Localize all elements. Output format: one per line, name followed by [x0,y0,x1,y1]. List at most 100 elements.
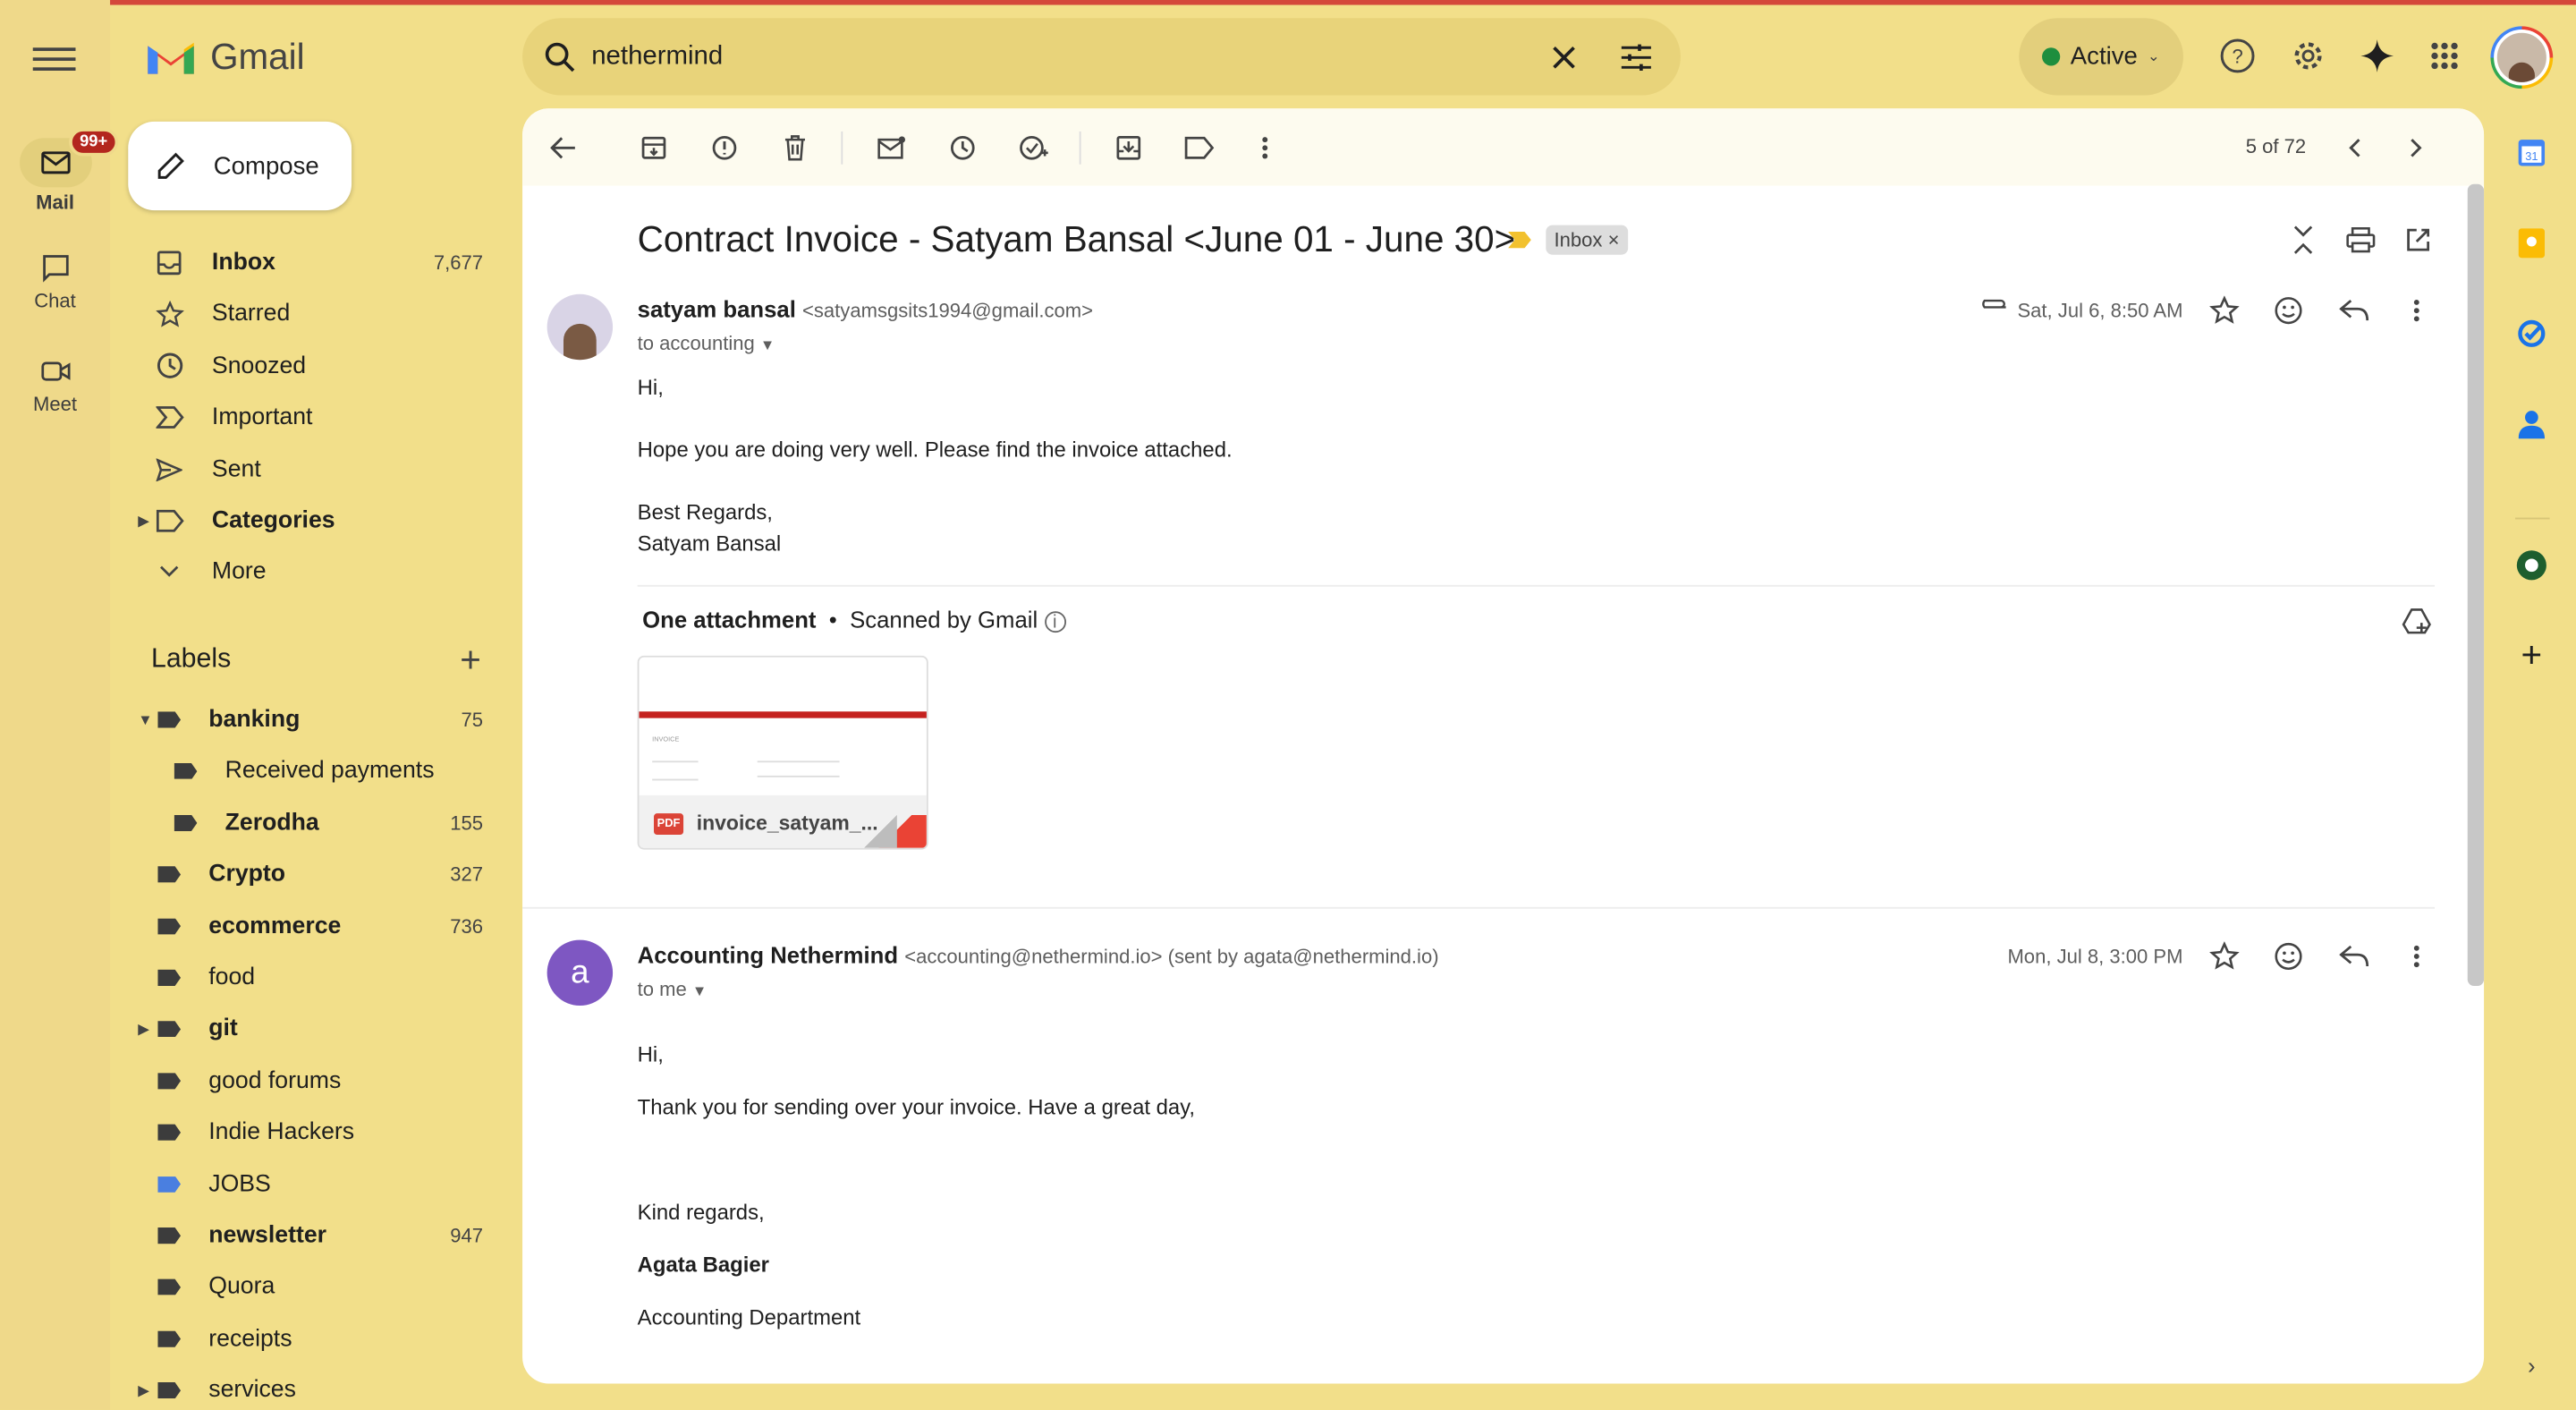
nav-item-more[interactable]: More [135,548,506,597]
label-item-banking[interactable]: ▼ banking 75 [135,695,506,744]
settings-gear-icon[interactable] [2289,36,2328,75]
keep-notes-icon[interactable] [2513,225,2549,261]
newer-chevron-icon[interactable] [2338,132,2371,165]
account-avatar[interactable] [2490,26,2554,89]
recipients-toggle[interactable]: to accounting ▼ [638,332,775,355]
nav-item-inbox[interactable]: Inbox 7,677 [135,238,506,287]
back-arrow-icon[interactable] [547,132,580,165]
rail-meet[interactable]: Meet [0,347,110,416]
help-icon[interactable]: ? [2218,36,2258,75]
info-icon[interactable]: i [1044,611,1066,633]
search-input[interactable]: nethermind [591,42,723,72]
chevron-down-icon: ⌄ [2147,47,2160,64]
rail-meet-label: Meet [33,392,78,416]
label-item-indie-hackers[interactable]: Indie Hackers [135,1108,506,1157]
label-count: 155 [450,811,483,835]
nav-item-label: Starred [211,301,291,328]
open-new-window-icon[interactable] [2402,224,2435,257]
message-sender[interactable]: satyam bansal <satyamsgsits1994@gmail.co… [638,296,1093,322]
delete-trash-icon[interactable] [779,132,812,165]
label-tag-icon [155,705,184,735]
star-icon[interactable] [2208,294,2241,327]
nav-item-starred[interactable]: Starred [135,290,506,339]
calendar-icon[interactable]: 31 [2513,135,2549,171]
message-more-icon[interactable] [2400,940,2433,973]
compose-button[interactable]: Compose [128,121,352,211]
mark-unread-icon[interactable] [876,132,909,165]
nav-item-count: 7,677 [433,251,483,275]
reply-icon[interactable] [2338,940,2371,973]
clear-search-icon[interactable] [1551,44,1577,70]
get-addons-plus-icon[interactable]: + [2513,634,2549,675]
label-count: 75 [461,708,483,732]
status-selector[interactable]: Active ⌄ [2019,18,2183,96]
search-bar[interactable]: nethermind [522,18,1681,96]
addon-app-icon[interactable] [2513,548,2549,583]
rail-chat[interactable]: Chat [0,243,110,312]
message-sender[interactable]: Accounting Nethermind <accounting@nether… [638,941,1439,967]
main-menu-icon[interactable] [32,41,76,74]
expand-caret-icon[interactable]: ▶ [138,1381,149,1399]
label-item-quora[interactable]: Quora [135,1262,506,1312]
expand-side-panel-icon[interactable]: › [2513,1347,2549,1383]
save-to-drive-icon[interactable] [2400,605,2433,638]
importance-marker-icon[interactable] [1508,231,1531,249]
emoji-react-icon[interactable] [2272,940,2305,973]
label-item-zerodha[interactable]: Zerodha 155 [135,798,506,847]
emoji-react-icon[interactable] [2272,294,2305,327]
label-item-food[interactable]: food [135,953,506,1002]
label-item-ecommerce[interactable]: ecommerce 736 [135,902,506,951]
nav-item-label: Inbox [211,250,275,276]
report-spam-icon[interactable] [708,132,741,165]
contacts-icon[interactable] [2513,406,2549,442]
label-item-newsletter[interactable]: newsletter 947 [135,1211,506,1261]
add-task-icon[interactable] [1017,132,1050,165]
label-item-jobs[interactable]: JOBS [135,1159,506,1209]
print-icon[interactable] [2344,224,2377,257]
label-item-received-payments[interactable]: Received payments [135,747,506,796]
inbox-label-chip[interactable]: Inbox × [1546,225,1628,255]
message-date: Mon, Jul 8, 3:00 PM [2007,945,2183,968]
recipients-toggle[interactable]: to me ▼ [638,978,708,1001]
nav-item-important[interactable]: Important [135,393,506,442]
label-item-git[interactable]: ▶ git [135,1005,506,1054]
older-chevron-icon[interactable] [2400,132,2433,165]
apps-grid-icon[interactable] [2425,36,2464,75]
snooze-clock-icon[interactable] [946,132,979,165]
star-icon[interactable] [2208,940,2241,973]
attachment-card[interactable]: INVOICE PDF invoice_satyam_... [637,655,928,850]
sender-avatar-letter[interactable]: a [547,939,614,1007]
nav-item-sent[interactable]: Sent [135,445,506,494]
collapse-all-icon[interactable] [2287,224,2320,257]
search-options-icon[interactable] [1620,42,1653,72]
mail-icon [40,151,70,174]
label-count: 736 [450,914,483,939]
gemini-sparkle-icon[interactable] [2358,36,2397,75]
sender-name: satyam bansal [637,295,796,322]
gmail-logo[interactable]: Gmail [145,36,305,79]
label-icon[interactable] [1182,132,1216,165]
message-more-icon[interactable] [2400,294,2433,327]
more-vert-icon[interactable] [1249,132,1282,165]
nav-item-categories[interactable]: ▶ Categories [135,497,506,546]
label-count: 947 [450,1224,483,1248]
add-label-icon[interactable]: + [460,639,481,682]
expand-caret-icon[interactable]: ▶ [138,1020,149,1038]
reply-icon[interactable] [2338,294,2371,327]
expand-caret-icon[interactable]: ▼ [138,711,152,727]
tasks-icon[interactable] [2513,316,2549,352]
label-item-receipts[interactable]: receipts [135,1314,506,1363]
label-item-services[interactable]: ▶ services [135,1366,506,1410]
label-tag-icon [155,1376,184,1406]
label-item-good-forums[interactable]: good forums [135,1057,506,1106]
rail-mail[interactable]: 99+ Mail [0,128,120,214]
nav-item-snoozed[interactable]: Snoozed [135,342,506,391]
sender-avatar-photo[interactable] [547,293,614,361]
archive-icon[interactable] [638,132,671,165]
expand-caret-icon[interactable]: ▶ [138,512,149,530]
search-icon[interactable] [544,40,577,73]
move-to-icon[interactable] [1112,132,1145,165]
scrollbar-thumb[interactable] [2467,183,2485,987]
remove-label-icon[interactable]: × [1608,228,1620,251]
label-item-crypto[interactable]: Crypto 327 [135,850,506,899]
